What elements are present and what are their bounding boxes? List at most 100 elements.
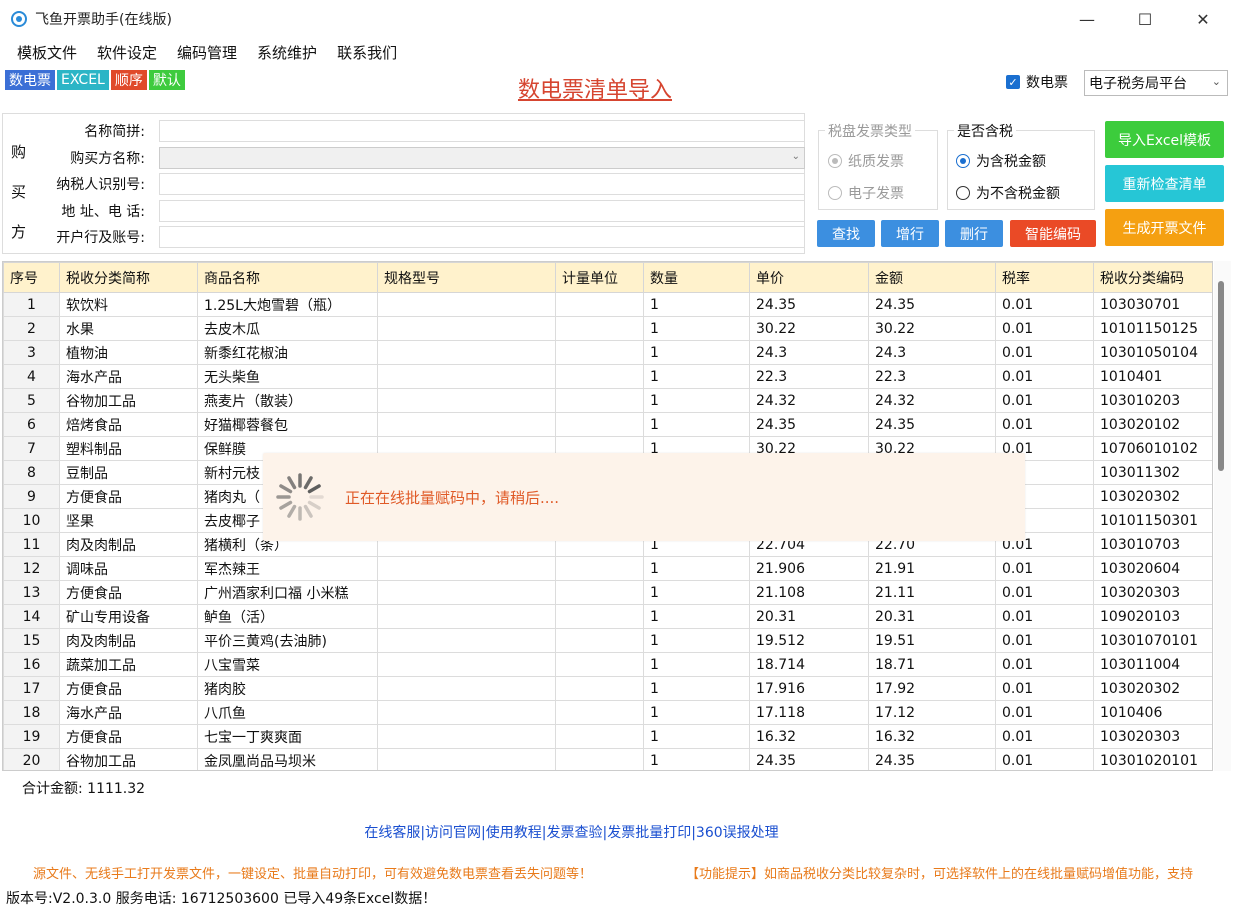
table-cell[interactable]: 猪肉胶: [197, 676, 378, 701]
table-cell[interactable]: 0.01: [995, 724, 1094, 749]
table-cell[interactable]: [555, 652, 644, 677]
table-cell[interactable]: 1: [643, 748, 750, 770]
table-cell[interactable]: 24.3: [868, 340, 996, 365]
table-cell[interactable]: 八爪鱼: [197, 700, 378, 725]
table-cell[interactable]: 塑料制品: [59, 436, 198, 461]
table-cell[interactable]: 软饮料: [59, 292, 198, 317]
table-cell[interactable]: 7: [3, 436, 60, 461]
table-cell[interactable]: 坚果: [59, 508, 198, 533]
table-cell[interactable]: 20: [3, 748, 60, 770]
table-cell[interactable]: 17.92: [868, 676, 996, 701]
table-cell[interactable]: 19: [3, 724, 60, 749]
maximize-button[interactable]: ☐: [1116, 0, 1174, 38]
table-scrollbar[interactable]: [1214, 261, 1231, 771]
scroll-thumb[interactable]: [1218, 281, 1224, 471]
table-cell[interactable]: 海水产品: [59, 700, 198, 725]
table-cell[interactable]: 1: [643, 412, 750, 437]
table-cell[interactable]: [555, 364, 644, 389]
table-cell[interactable]: 19.512: [749, 628, 869, 653]
table-cell[interactable]: 鲈鱼（活）: [197, 604, 378, 629]
table-cell[interactable]: 24.3: [749, 340, 869, 365]
table-cell[interactable]: [555, 412, 644, 437]
table-cell[interactable]: 方便食品: [59, 724, 198, 749]
table-cell[interactable]: 24.35: [749, 412, 869, 437]
digital-invoice-checkbox[interactable]: ✓ 数电票: [1006, 72, 1068, 92]
table-cell[interactable]: 军杰辣王: [197, 556, 378, 581]
table-cell[interactable]: 海水产品: [59, 364, 198, 389]
table-cell[interactable]: 17.916: [749, 676, 869, 701]
table-cell[interactable]: [555, 604, 644, 629]
menu-contact-us[interactable]: 联系我们: [327, 42, 407, 63]
table-cell[interactable]: 16: [3, 652, 60, 677]
menu-software-settings[interactable]: 软件设定: [87, 42, 167, 63]
table-cell[interactable]: 肉及肉制品: [59, 628, 198, 653]
table-cell[interactable]: 0.01: [995, 292, 1094, 317]
table-cell[interactable]: [555, 676, 644, 701]
table-cell[interactable]: 七宝一丁爽爽面: [197, 724, 378, 749]
table-cell[interactable]: 谷物加工品: [59, 388, 198, 413]
column-header[interactable]: 数量: [643, 262, 750, 293]
table-cell[interactable]: 金凤凰尚品马坝米: [197, 748, 378, 770]
table-cell[interactable]: [555, 556, 644, 581]
table-cell[interactable]: 调味品: [59, 556, 198, 581]
radio-electronic-invoice[interactable]: 电子发票: [828, 183, 904, 203]
table-cell[interactable]: 103011302: [1093, 460, 1212, 485]
table-cell[interactable]: 103011004: [1093, 652, 1212, 677]
recheck-list-button[interactable]: 重新检查清单: [1105, 165, 1224, 202]
table-row[interactable]: 16 蔬菜加工品 八宝雪菜 1 18.714 18.71 0.01 103011004: [3, 652, 1212, 677]
table-cell[interactable]: 103020302: [1093, 484, 1212, 509]
menu-template-file[interactable]: 模板文件: [7, 42, 87, 63]
table-cell[interactable]: [555, 580, 644, 605]
table-cell[interactable]: 1010401: [1093, 364, 1212, 389]
table-cell[interactable]: [377, 364, 556, 389]
table-cell[interactable]: 22.3: [749, 364, 869, 389]
table-cell[interactable]: 103030701: [1093, 292, 1212, 317]
table-cell[interactable]: [555, 340, 644, 365]
table-cell[interactable]: 平价三黄鸡(去油肺): [197, 628, 378, 653]
table-cell[interactable]: 1: [643, 292, 750, 317]
table-cell[interactable]: 好猫椰蓉餐包: [197, 412, 378, 437]
table-cell[interactable]: 10301070101: [1093, 628, 1212, 653]
table-cell[interactable]: 广州酒家利口福 小米糕: [197, 580, 378, 605]
table-cell[interactable]: [555, 748, 644, 770]
table-cell[interactable]: 肉及肉制品: [59, 532, 198, 557]
radio-icon[interactable]: [828, 154, 842, 168]
table-cell[interactable]: 11: [3, 532, 60, 557]
table-row[interactable]: 18 海水产品 八爪鱼 1 17.118 17.12 0.01 1010406: [3, 700, 1212, 725]
table-cell[interactable]: 22.3: [868, 364, 996, 389]
table-cell[interactable]: [377, 388, 556, 413]
name-abbr-input[interactable]: [159, 120, 805, 142]
table-cell[interactable]: 10301020101: [1093, 748, 1212, 770]
smart-code-button[interactable]: 智能编码: [1010, 220, 1096, 247]
table-cell[interactable]: 0.01: [995, 748, 1094, 770]
table-cell[interactable]: 21.108: [749, 580, 869, 605]
table-cell[interactable]: 八宝雪菜: [197, 652, 378, 677]
column-header[interactable]: 序号: [3, 262, 60, 293]
table-cell[interactable]: 1: [643, 724, 750, 749]
generate-invoice-file-button[interactable]: 生成开票文件: [1105, 209, 1224, 246]
table-cell[interactable]: [377, 412, 556, 437]
table-cell[interactable]: 水果: [59, 316, 198, 341]
table-cell[interactable]: 1: [643, 364, 750, 389]
tax-id-input[interactable]: [159, 173, 805, 195]
table-cell[interactable]: 21.906: [749, 556, 869, 581]
table-row[interactable]: 6 焙烤食品 好猫椰蓉餐包 1 24.35 24.35 0.01 103020102: [3, 412, 1212, 437]
table-cell[interactable]: 0.01: [995, 628, 1094, 653]
menu-code-management[interactable]: 编码管理: [167, 42, 247, 63]
minimize-button[interactable]: —: [1058, 0, 1116, 38]
table-cell[interactable]: 24.35: [868, 292, 996, 317]
table-cell[interactable]: 10: [3, 508, 60, 533]
table-row[interactable]: 19 方便食品 七宝一丁爽爽面 1 16.32 16.32 0.01 103020303: [3, 724, 1212, 749]
table-cell[interactable]: 24.35: [749, 748, 869, 770]
table-cell[interactable]: 1: [643, 700, 750, 725]
table-row[interactable]: 1 软饮料 1.25L大炮雪碧（瓶） 1 24.35 24.35 0.01 103030701: [3, 292, 1212, 317]
radio-tax-included[interactable]: 为含税金额: [956, 151, 1046, 171]
table-cell[interactable]: 8: [3, 460, 60, 485]
table-cell[interactable]: 30.22: [868, 316, 996, 341]
table-cell[interactable]: [555, 292, 644, 317]
table-row[interactable]: 17 方便食品 猪肉胶 1 17.916 17.92 0.01 103020302: [3, 676, 1212, 701]
column-header[interactable]: 税率: [995, 262, 1094, 293]
table-cell[interactable]: 6: [3, 412, 60, 437]
buyer-name-combo[interactable]: ⌄: [159, 147, 805, 169]
table-cell[interactable]: 109020103: [1093, 604, 1212, 629]
